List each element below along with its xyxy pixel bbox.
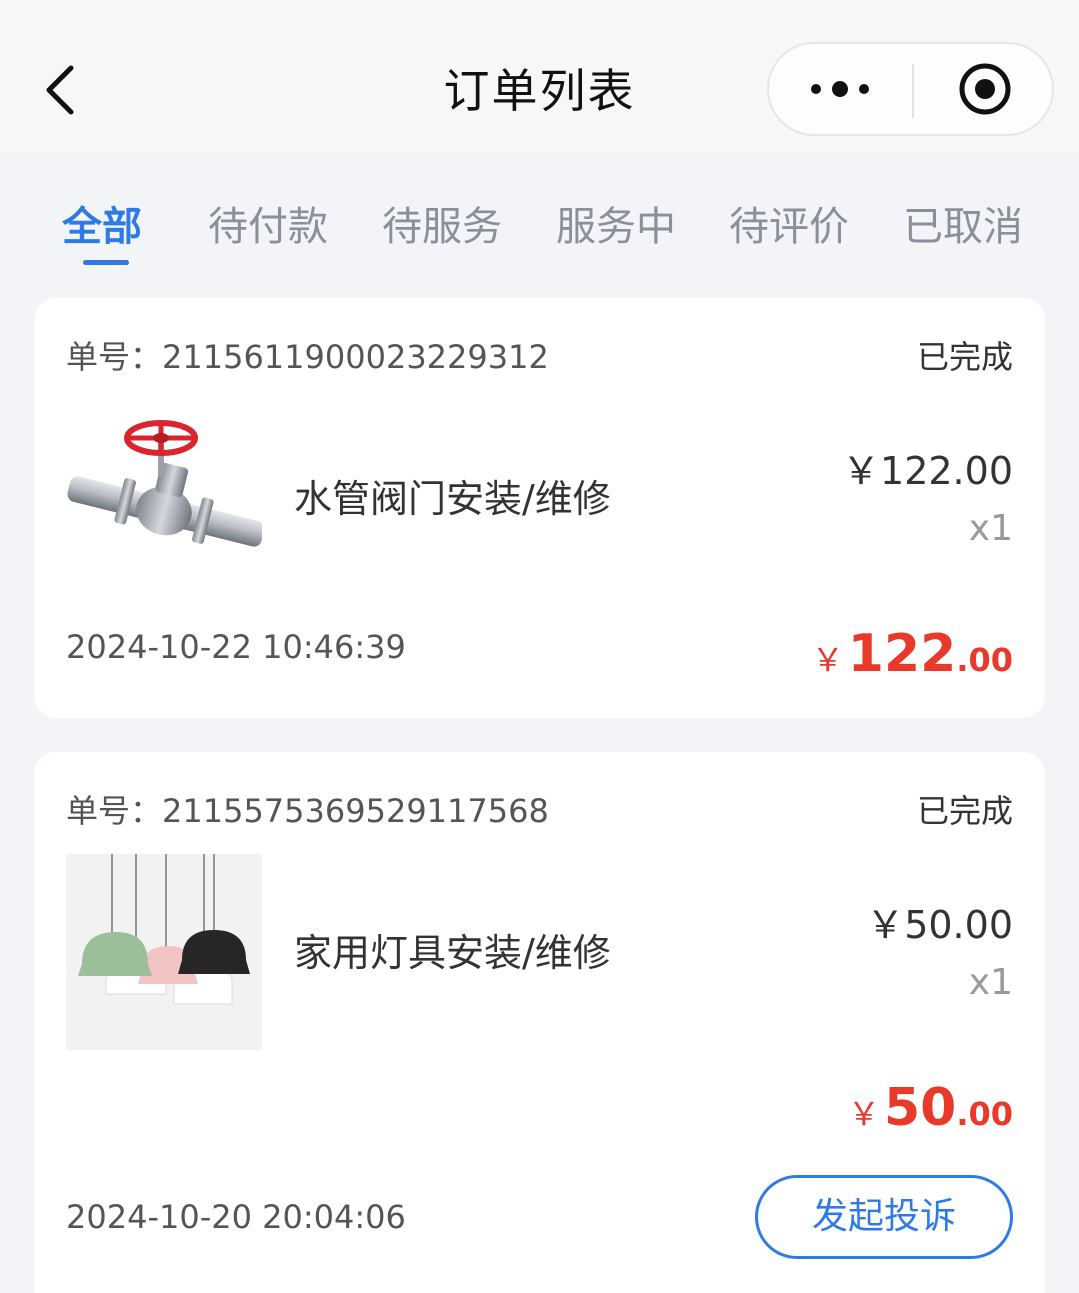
total-currency: ￥	[847, 1095, 880, 1133]
total-integer: 122	[847, 624, 957, 684]
tab-cancelled[interactable]: 已取消	[903, 197, 1023, 257]
order-time: 2024-10-20 20:04:06	[66, 1198, 406, 1236]
order-total: ￥ 122 .00	[812, 624, 1013, 684]
pendant-lamps-image[interactable]	[66, 854, 262, 1050]
total-decimal: .00	[956, 641, 1013, 679]
capsule-divider	[912, 64, 914, 118]
order-status-tabs: 全部 待付款 待服务 服务中 待评价 已取消	[0, 153, 1079, 295]
order-card[interactable]: 单号：2115611900023229312 已完成 水管阀门安装/维修 ￥12…	[34, 298, 1045, 718]
more-button[interactable]	[769, 44, 911, 134]
order-total: ￥ 50 .00	[848, 1078, 1013, 1138]
total-decimal: .00	[956, 1095, 1013, 1133]
total-currency: ￥	[811, 641, 844, 679]
unit-price: ￥122.00	[842, 449, 1013, 493]
more-dots-icon	[811, 81, 869, 97]
quantity: x1	[968, 508, 1013, 549]
unit-price: ￥50.00	[866, 903, 1013, 947]
valve-illustration	[67, 420, 262, 547]
tab-in-service[interactable]: 服务中	[556, 197, 676, 257]
tab-all[interactable]: 全部	[62, 197, 142, 257]
valve-image[interactable]	[66, 416, 262, 566]
order-status: 已完成	[916, 338, 1013, 376]
tab-pending-payment[interactable]: 待付款	[208, 197, 328, 257]
tab-pending-review[interactable]: 待评价	[729, 197, 849, 257]
file-complaint-button[interactable]: 发起投诉	[755, 1175, 1013, 1259]
lamps-illustration	[78, 854, 250, 1005]
order-number: 单号：2115575369529117568	[66, 792, 549, 830]
close-mini-program-button[interactable]	[915, 44, 1054, 134]
order-number: 单号：2115611900023229312	[66, 338, 549, 376]
total-integer: 50	[883, 1078, 957, 1138]
quantity: x1	[968, 962, 1013, 1003]
active-tab-indicator	[83, 260, 129, 265]
nav-bar: 订单列表	[0, 0, 1079, 153]
mini-program-capsule	[767, 42, 1054, 136]
order-status: 已完成	[916, 792, 1013, 830]
product-name[interactable]: 家用灯具安装/维修	[294, 926, 611, 980]
order-time: 2024-10-22 10:46:39	[66, 628, 406, 666]
order-card[interactable]: 单号：2115575369529117568 已完成 家用灯具安装/维修 ￥50…	[34, 752, 1045, 1293]
target-circle-icon	[959, 63, 1010, 115]
product-name[interactable]: 水管阀门安装/维修	[294, 472, 611, 526]
tab-pending-service[interactable]: 待服务	[382, 197, 502, 257]
